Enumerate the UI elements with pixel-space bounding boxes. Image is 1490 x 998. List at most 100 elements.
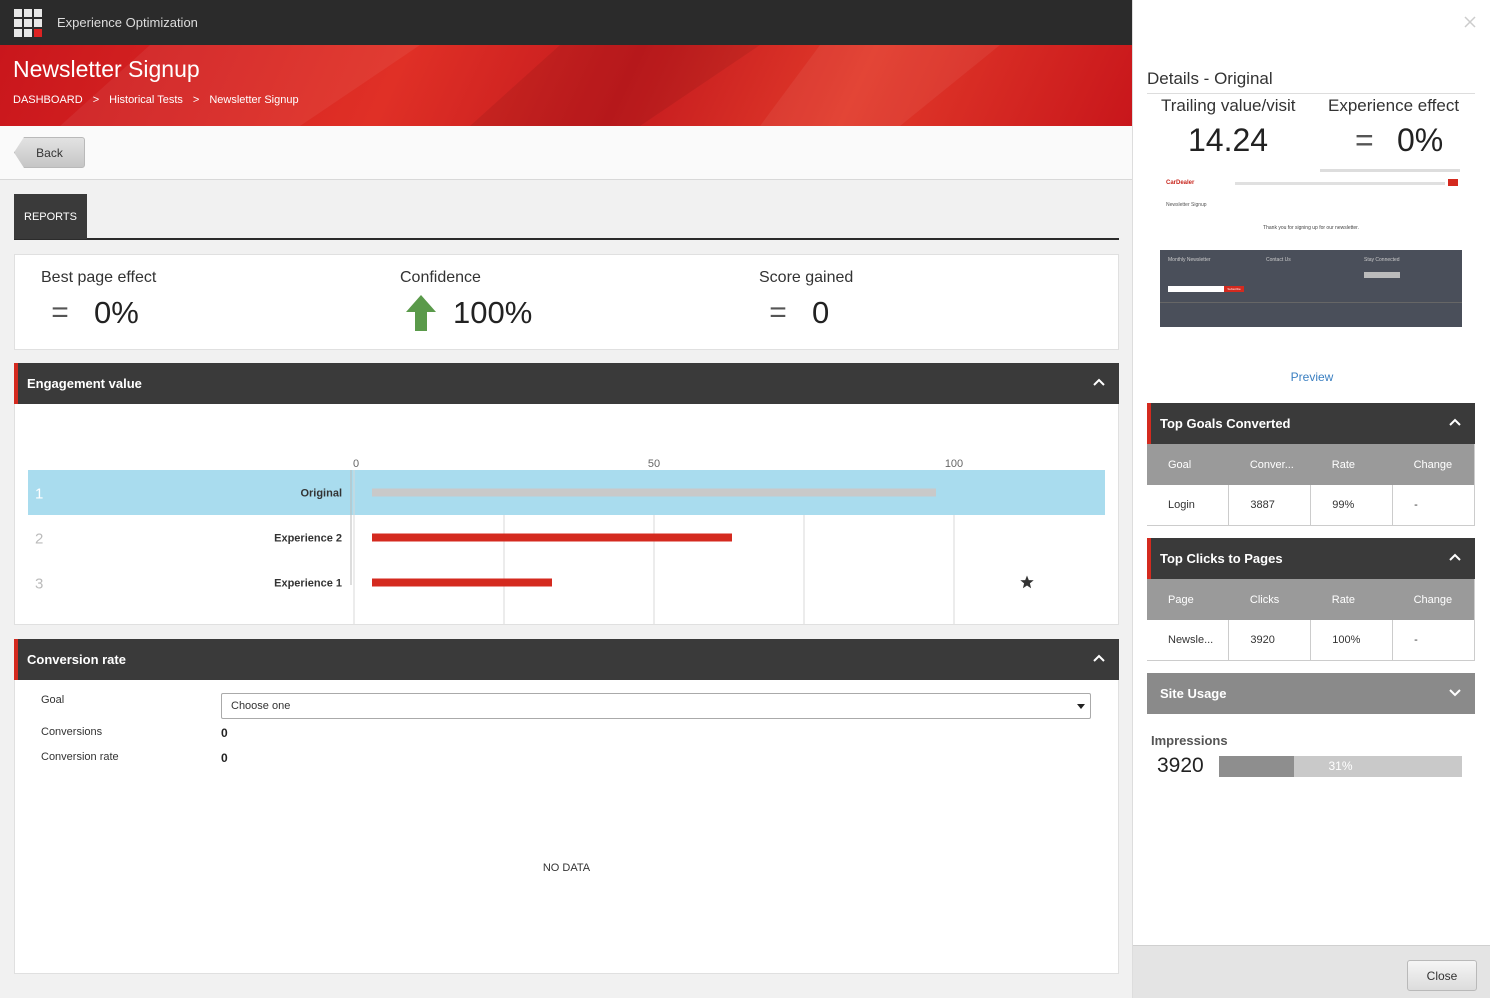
column-header[interactable]: Conver... bbox=[1228, 444, 1311, 485]
tab-bar: REPORTS bbox=[14, 194, 1119, 240]
page-title: Newsletter Signup bbox=[13, 56, 200, 82]
conversion-rate-value: 0 bbox=[221, 751, 228, 765]
top-goals-header[interactable]: Top Goals Converted bbox=[1147, 403, 1475, 444]
rank-label: 3 bbox=[35, 576, 43, 593]
conversion-panel-header[interactable]: Conversion rate bbox=[14, 639, 1119, 680]
conversions-value: 0 bbox=[221, 726, 228, 740]
engagement-chart: 0 50 100 1 Original 2 Experience 2 3 Experience … bbox=[28, 458, 1105, 624]
thumb-footer-divider bbox=[1160, 302, 1462, 303]
chevron-down-icon[interactable] bbox=[1449, 686, 1461, 698]
panel-title: Engagement value bbox=[27, 376, 142, 391]
thumb-social-icons bbox=[1364, 272, 1400, 278]
category-label: Experience 2 bbox=[274, 533, 342, 545]
table-cell: 100% bbox=[1310, 620, 1394, 661]
table-row: Login 3887 99% - bbox=[1147, 485, 1475, 526]
dropdown-caret-icon bbox=[1077, 704, 1085, 709]
experience-effect-label: Experience effect bbox=[1328, 96, 1460, 115]
rank-label: 2 bbox=[35, 531, 43, 548]
back-button[interactable]: Back bbox=[14, 137, 85, 168]
equals-icon: = bbox=[51, 296, 69, 329]
panel-title: Site Usage bbox=[1160, 686, 1227, 701]
impressions-value: 3920 bbox=[1157, 754, 1204, 777]
table-cell: 3920 bbox=[1228, 620, 1312, 661]
goal-select[interactable]: Choose one bbox=[221, 693, 1091, 719]
top-clicks-table: Page Clicks Rate Change Newsle... 3920 1… bbox=[1147, 579, 1475, 661]
column-header[interactable]: Change bbox=[1392, 444, 1475, 485]
breadcrumb: DASHBOARD > Historical Tests > Newslette… bbox=[13, 94, 299, 106]
rank-label: 1 bbox=[35, 486, 43, 503]
bar bbox=[372, 488, 936, 497]
column-header[interactable]: Rate bbox=[1310, 444, 1393, 485]
details-side-panel: Details - Original Trailing value/visit … bbox=[1132, 0, 1490, 998]
close-icon[interactable] bbox=[1464, 16, 1476, 28]
engagement-panel-body: 0 50 100 1 Original 2 Experience 2 3 Experience … bbox=[14, 404, 1119, 625]
column-header[interactable]: Goal bbox=[1147, 444, 1229, 485]
panel-title: Top Goals Converted bbox=[1160, 416, 1291, 431]
impressions-percent: 31% bbox=[1328, 759, 1353, 773]
panel-title: Conversion rate bbox=[27, 652, 126, 667]
thumb-top-links bbox=[1320, 169, 1460, 172]
chevron-up-icon[interactable] bbox=[1449, 551, 1461, 563]
breadcrumb-item-historical-tests[interactable]: Historical Tests bbox=[109, 94, 183, 106]
table-cell: Newsle... bbox=[1147, 620, 1230, 661]
x-tick-label: 50 bbox=[648, 458, 660, 470]
table-cell: 3887 bbox=[1228, 485, 1312, 526]
top-goals-table: Goal Conver... Rate Change Login 3887 99… bbox=[1147, 444, 1475, 526]
top-clicks-header[interactable]: Top Clicks to Pages bbox=[1147, 538, 1475, 579]
column-header[interactable]: Clicks bbox=[1228, 579, 1311, 620]
thumb-subscribe-button: Subscribe bbox=[1224, 286, 1244, 292]
table-cell: - bbox=[1392, 620, 1475, 661]
thumb-brand: CarDealer bbox=[1166, 180, 1195, 186]
kpi-confidence: Confidence 100% bbox=[400, 269, 532, 331]
conversion-rate-label: Conversion rate bbox=[41, 751, 119, 763]
close-button[interactable]: Close bbox=[1407, 960, 1477, 991]
up-arrow-icon bbox=[406, 295, 436, 331]
table-row: Newsle... 3920 100% - bbox=[1147, 620, 1475, 661]
column-header[interactable]: Page bbox=[1147, 579, 1229, 620]
kpi-label: Best page effect bbox=[41, 269, 157, 286]
chevron-up-icon[interactable] bbox=[1093, 376, 1105, 388]
thumb-search-button bbox=[1448, 179, 1458, 186]
table-cell: 99% bbox=[1310, 485, 1394, 526]
column-header[interactable]: Rate bbox=[1310, 579, 1393, 620]
kpi-value: 100% bbox=[453, 295, 533, 330]
table-cell: - bbox=[1392, 485, 1475, 526]
trailing-value-label: Trailing value/visit bbox=[1161, 96, 1296, 115]
breadcrumb-item-dashboard[interactable]: DASHBOARD bbox=[13, 94, 83, 106]
kpi-panel: Best page effect = 0% Confidence 100% Sc… bbox=[14, 254, 1119, 350]
kpi-best-page-effect: Best page effect = 0% bbox=[41, 269, 156, 331]
no-data-message: NO DATA bbox=[542, 862, 591, 874]
breadcrumb-separator: > bbox=[92, 94, 100, 106]
toolbar: Back bbox=[0, 126, 1132, 180]
thumb-footer-col: Monthly Newsletter bbox=[1168, 257, 1211, 263]
thumb-footer-col: Stay Connected bbox=[1364, 257, 1400, 263]
chevron-up-icon[interactable] bbox=[1449, 416, 1461, 428]
page-thumbnail[interactable]: CarDealer Newsletter Signup Thank you fo… bbox=[1160, 167, 1462, 327]
tab-reports[interactable]: REPORTS bbox=[14, 194, 87, 239]
goal-select-value: Choose one bbox=[231, 700, 291, 712]
side-panel-footer: Close bbox=[1133, 945, 1490, 998]
app-grid-icon[interactable] bbox=[14, 8, 42, 37]
category-label: Experience 1 bbox=[274, 578, 342, 590]
preview-link[interactable]: Preview bbox=[1133, 370, 1490, 384]
side-panel-title: Details - Original bbox=[1147, 69, 1273, 88]
chevron-up-icon[interactable] bbox=[1093, 652, 1105, 664]
column-header[interactable]: Change bbox=[1392, 579, 1475, 620]
thumb-footer: Monthly Newsletter Contact Us Stay Conne… bbox=[1160, 250, 1462, 327]
table-cell: Login bbox=[1147, 485, 1230, 526]
site-usage-header[interactable]: Site Usage bbox=[1147, 673, 1475, 714]
divider bbox=[1147, 93, 1475, 94]
breadcrumb-item-current: Newsletter Signup bbox=[209, 94, 299, 106]
kpi-value: 0% bbox=[94, 295, 139, 330]
thumb-page-title: Newsletter Signup bbox=[1166, 202, 1207, 208]
thumb-footer-col: Contact Us bbox=[1266, 257, 1291, 263]
trailing-value: 14.24 bbox=[1188, 122, 1269, 158]
x-tick-label: 0 bbox=[353, 458, 359, 470]
engagement-panel-header[interactable]: Engagement value bbox=[14, 363, 1119, 404]
impressions-label: Impressions bbox=[1151, 733, 1228, 748]
page-header: Newsletter Signup DASHBOARD > Historical… bbox=[0, 45, 1132, 126]
thumb-nav bbox=[1235, 182, 1445, 185]
star-icon bbox=[1020, 575, 1034, 589]
bar bbox=[372, 533, 732, 542]
kpi-score-gained: Score gained = 0 bbox=[759, 269, 853, 331]
